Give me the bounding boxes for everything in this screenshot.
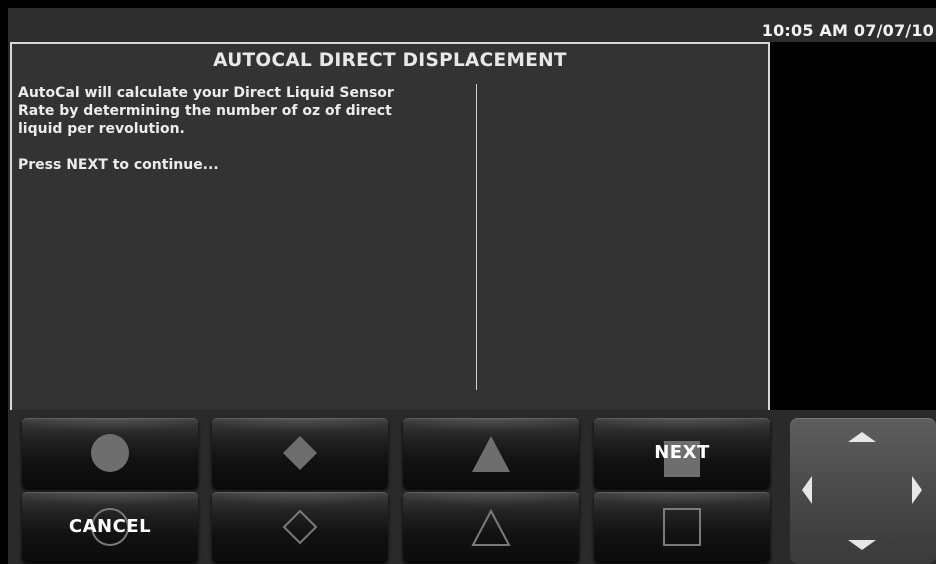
autocal-panel: AUTOCAL DIRECT DISPLACEMENT AutoCal will… [10, 42, 770, 412]
softkey-6-button[interactable] [212, 492, 388, 562]
softkey-7-button[interactable] [403, 492, 579, 562]
outline-diamond-icon [282, 509, 318, 545]
next-label: NEXT [654, 442, 710, 463]
cancel-button[interactable]: CANCEL [22, 492, 198, 562]
filled-triangle-icon [472, 436, 510, 473]
softkey-2-button[interactable] [212, 418, 388, 488]
instructions: AutoCal will calculate your Direct Liqui… [18, 84, 468, 174]
right-pane [770, 42, 936, 410]
softkey-1-button[interactable] [22, 418, 198, 488]
outline-triangle-icon [471, 509, 511, 547]
page-title: AUTOCAL DIRECT DISPLACEMENT [213, 50, 567, 71]
softkey-3-button[interactable] [403, 418, 579, 488]
panel-divider [476, 84, 477, 390]
dpad [790, 418, 936, 564]
continue-prompt: Press NEXT to continue... [18, 157, 219, 173]
instructions-paragraph: AutoCal will calculate your Direct Liqui… [18, 85, 394, 137]
next-button[interactable]: NEXT [594, 418, 770, 488]
status-bar: 10:05 AM 07/07/10 [8, 8, 936, 42]
softkey-8-button[interactable] [594, 492, 770, 562]
left-arrow-icon[interactable] [800, 474, 814, 506]
filled-circle-icon [91, 434, 129, 472]
up-arrow-icon[interactable] [846, 430, 878, 444]
outline-square-icon [663, 508, 701, 546]
right-arrow-icon[interactable] [910, 474, 924, 506]
cancel-label: CANCEL [68, 516, 152, 537]
clock: 10:05 AM 07/07/10 [761, 21, 934, 40]
down-arrow-icon[interactable] [846, 538, 878, 552]
filled-diamond-icon [283, 436, 317, 470]
